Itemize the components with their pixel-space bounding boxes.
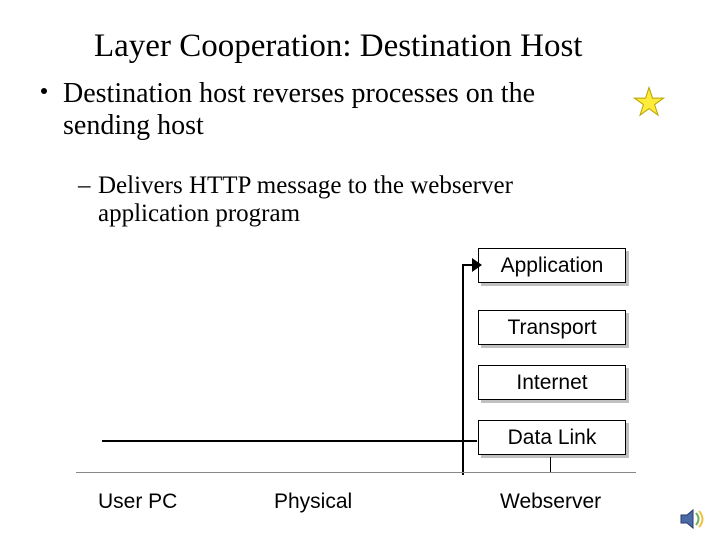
bullet-dash-icon: –: [78, 172, 91, 200]
speaker-icon: [680, 508, 706, 530]
bullet2-line1: Delivers HTTP message to the webserver: [98, 172, 513, 199]
bullet2-line2: application program: [98, 200, 300, 227]
bullet1-line1: Destination host reverses processes on t…: [63, 78, 535, 109]
label-webserver: Webserver: [500, 490, 601, 514]
arrow-vertical: [462, 264, 464, 475]
bullet-level1: Destination host reverses processes on t…: [63, 78, 535, 142]
bullet-level2: – Delivers HTTP message to the webserver…: [98, 172, 513, 228]
slide: Layer Cooperation: Destination Host Dest…: [0, 0, 720, 540]
bullet-dot-icon: [41, 88, 47, 94]
slide-title: Layer Cooperation: Destination Host: [94, 28, 582, 65]
label-physical: Physical: [274, 490, 352, 514]
webserver-stub: [550, 457, 551, 472]
arrowhead-icon: [472, 258, 482, 272]
bullet1-line2: sending host: [63, 110, 204, 141]
layer-box-datalink: Data Link: [478, 420, 626, 455]
layer-box-internet: Internet: [478, 365, 626, 400]
separator-line: [76, 472, 636, 473]
label-user-pc: User PC: [98, 490, 177, 514]
layer-box-application: Application: [478, 248, 626, 283]
arrow-horizontal: [102, 440, 477, 442]
layer-box-transport: Transport: [478, 310, 626, 345]
star-icon: ★: [632, 80, 666, 125]
